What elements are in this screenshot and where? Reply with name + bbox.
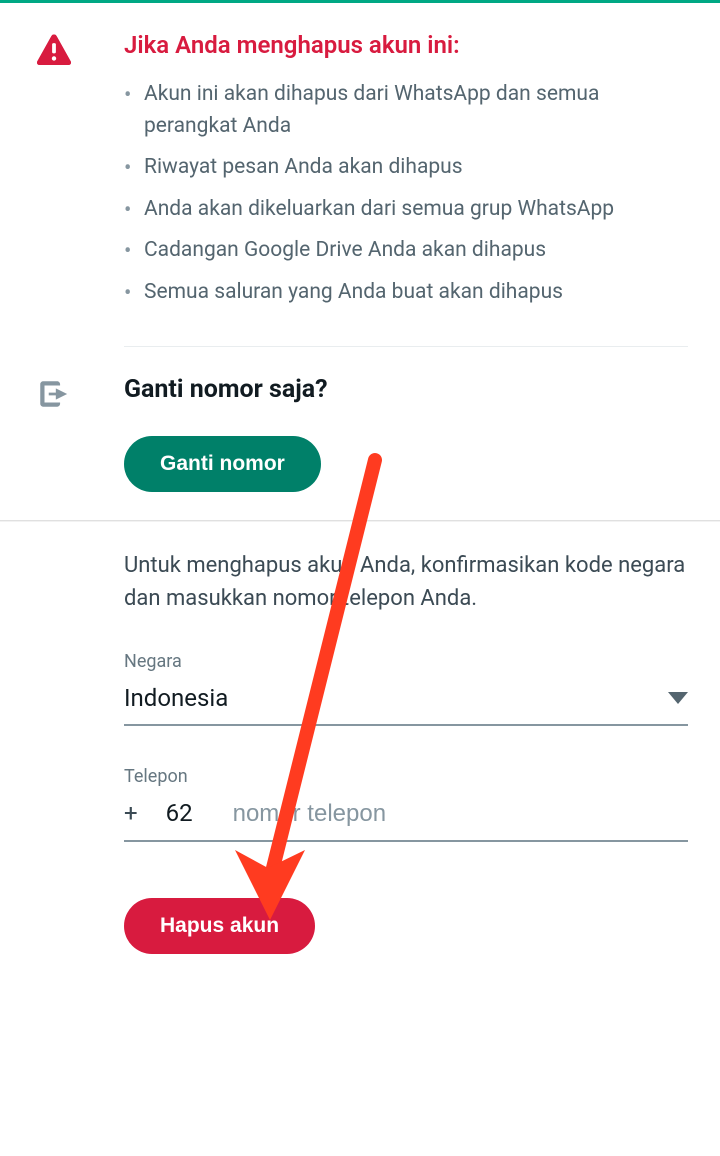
form-instruction: Untuk menghapus akun Anda, konfirmasikan… (124, 549, 688, 615)
warning-item: Anda akan dikeluarkan dari semua grup Wh… (124, 194, 688, 226)
plus-sign: + (124, 799, 138, 827)
change-number-button[interactable]: Ganti nomor (124, 436, 321, 492)
warning-item: Cadangan Google Drive Anda akan dihapus (124, 235, 688, 267)
country-code: 62 (166, 799, 193, 827)
delete-form-section: Untuk menghapus akun Anda, konfirmasikan… (0, 521, 720, 982)
phone-label: Telepon (124, 766, 688, 787)
warning-section: Jika Anda menghapus akun ini: Akun ini a… (0, 3, 720, 346)
phone-input[interactable] (233, 800, 688, 828)
delete-account-button[interactable]: Hapus akun (124, 898, 315, 954)
country-select[interactable]: Indonesia (124, 684, 688, 726)
dropdown-icon (668, 692, 688, 704)
change-number-icon (36, 377, 124, 411)
country-label: Negara (124, 651, 688, 672)
warning-list: Akun ini akan dihapus dari WhatsApp dan … (124, 79, 688, 308)
change-number-section: Ganti nomor saja? Ganti nomor (0, 347, 720, 520)
warning-icon (36, 33, 124, 65)
country-value: Indonesia (124, 684, 228, 712)
change-number-title: Ganti nomor saja? (124, 375, 688, 404)
warning-item: Semua saluran yang Anda buat akan dihapu… (124, 277, 688, 309)
warning-item: Riwayat pesan Anda akan dihapus (124, 152, 688, 184)
phone-row: + 62 (124, 799, 688, 842)
warning-title: Jika Anda menghapus akun ini: (124, 31, 688, 59)
warning-item: Akun ini akan dihapus dari WhatsApp dan … (124, 79, 688, 142)
